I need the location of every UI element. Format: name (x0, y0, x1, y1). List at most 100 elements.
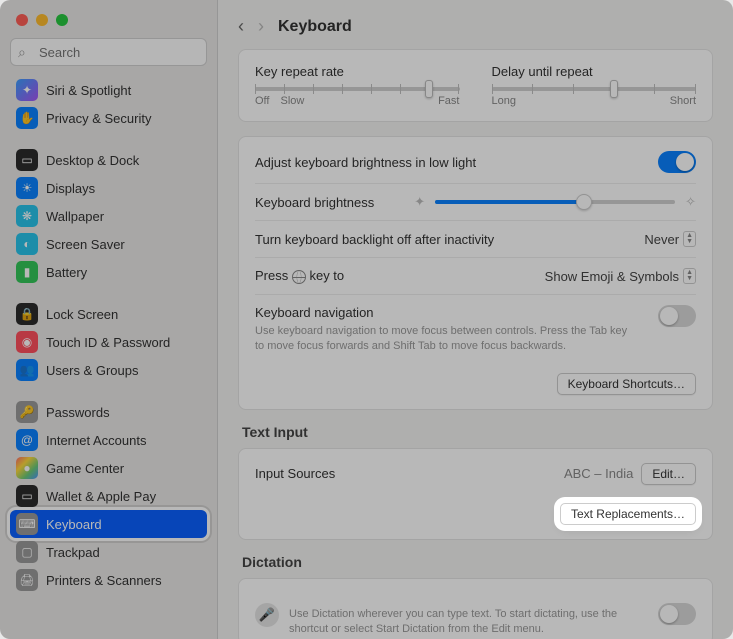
close-window-button[interactable] (16, 14, 28, 26)
auto-brightness-toggle[interactable] (658, 151, 696, 173)
dictation-heading: Dictation (242, 554, 713, 570)
sidebar-item-label: Passwords (46, 405, 110, 420)
microphone-icon: 🎤 (255, 603, 279, 627)
internet-accounts-icon: @ (16, 429, 38, 451)
sidebar-item-label: Desktop & Dock (46, 153, 139, 168)
keyboard-navigation-description: Use keyboard navigation to move focus be… (255, 324, 635, 355)
input-sources-label: Input Sources (255, 466, 335, 481)
sidebar-item-label: Siri & Spotlight (46, 83, 131, 98)
delay-short-caption: Short (670, 95, 696, 107)
search-input[interactable] (10, 38, 207, 66)
updown-arrows-icon: ▲▼ (683, 231, 696, 247)
sidebar: ⌕ ✦ Siri & Spotlight ✋ Privacy & Security ▭ D… (0, 0, 218, 639)
sidebar-item-wallpaper[interactable]: ❋ Wallpaper (10, 202, 207, 230)
sidebar-item-desktop-dock[interactable]: ▭ Desktop & Dock (10, 146, 207, 174)
press-globe-label: Press key to (255, 268, 344, 284)
key-repeat-rate-slider[interactable] (255, 87, 460, 91)
sidebar-item-label: Wallpaper (46, 209, 104, 224)
sidebar-item-keyboard[interactable]: ⌨ Keyboard (10, 510, 207, 538)
backlight-off-value: Never (644, 232, 679, 247)
sidebar-item-printers-scanners[interactable]: 🖨 Printers & Scanners (10, 566, 207, 594)
fullscreen-window-button[interactable] (56, 14, 68, 26)
sidebar-item-screen-saver[interactable]: ◐ Screen Saver (10, 230, 207, 258)
sidebar-item-label: Printers & Scanners (46, 573, 162, 588)
rate-slow-caption: Slow (281, 95, 305, 107)
displays-icon: ☀ (16, 177, 38, 199)
window-controls (10, 10, 207, 38)
keyboard-brightness-slider[interactable] (435, 200, 675, 204)
privacy-security-icon: ✋ (16, 107, 38, 129)
brightness-high-icon: ✧ (685, 194, 696, 210)
sidebar-item-label: Game Center (46, 461, 124, 476)
wallet-apple-pay-icon: ▭ (16, 485, 38, 507)
dictation-panel: 🎤 Use Dictation wherever you can type te… (238, 578, 713, 639)
touch-id-password-icon: ◉ (16, 331, 38, 353)
text-replacements-button[interactable]: Text Replacements… (560, 503, 696, 525)
minimize-window-button[interactable] (36, 14, 48, 26)
printers-scanners-icon: 🖨 (16, 569, 38, 591)
sidebar-item-siri-spotlight[interactable]: ✦ Siri & Spotlight (10, 76, 207, 104)
siri-spotlight-icon: ✦ (16, 79, 38, 101)
passwords-icon: 🔑 (16, 401, 38, 423)
dictation-toggle[interactable] (658, 603, 696, 625)
press-globe-popup[interactable]: Show Emoji & Symbols ▲▼ (545, 268, 696, 284)
keyboard-icon: ⌨ (16, 513, 38, 535)
sidebar-item-label: Lock Screen (46, 307, 118, 322)
screen-saver-icon: ◐ (16, 233, 38, 255)
input-sources-edit-button[interactable]: Edit… (641, 463, 696, 485)
search-field-wrap: ⌕ (10, 38, 207, 66)
sidebar-item-users-groups[interactable]: 👥Users & Groups (10, 356, 207, 384)
keyboard-shortcuts-button[interactable]: Keyboard Shortcuts… (557, 373, 696, 395)
sidebar-item-privacy-security[interactable]: ✋ Privacy & Security (10, 104, 207, 132)
wallpaper-icon: ❋ (16, 205, 38, 227)
users-groups-icon: 👥 (16, 359, 38, 381)
dictation-description: Use Dictation wherever you can type text… (289, 607, 629, 638)
sidebar-item-displays[interactable]: ☀ Displays (10, 174, 207, 202)
rate-off-caption: Off (255, 95, 269, 107)
nav-forward-button[interactable]: › (258, 16, 264, 37)
sidebar-item-lock-screen[interactable]: 🔒 Lock Screen (10, 300, 207, 328)
sidebar-item-label: Trackpad (46, 545, 100, 560)
delay-until-repeat-label: Delay until repeat (492, 64, 697, 79)
battery-icon: ▮ (16, 261, 38, 283)
sidebar-item-label: Privacy & Security (46, 111, 151, 126)
lock-screen-icon: 🔒 (16, 303, 38, 325)
desktop-dock-icon: ▭ (16, 149, 38, 171)
sidebar-item-trackpad[interactable]: ▢ Trackpad (10, 538, 207, 566)
sidebar-item-label: Screen Saver (46, 237, 125, 252)
sidebar-item-label: Keyboard (46, 517, 102, 532)
keyboard-settings-panel: Adjust keyboard brightness in low light … (238, 136, 713, 410)
keyboard-brightness-label: Keyboard brightness (255, 195, 374, 210)
sidebar-item-wallet-apple-pay[interactable]: ▭ Wallet & Apple Pay (10, 482, 207, 510)
sidebar-item-battery[interactable]: ▮ Battery (10, 258, 207, 286)
nav-back-button[interactable]: ‹ (238, 16, 244, 37)
delay-long-caption: Long (492, 95, 516, 107)
keyboard-navigation-toggle[interactable] (658, 305, 696, 327)
sidebar-item-touch-id-password[interactable]: ◉ Touch ID & Password (10, 328, 207, 356)
key-repeat-panel: Key repeat rate Off Slow Fast Delay unti… (238, 49, 713, 122)
sidebar-item-label: Internet Accounts (46, 433, 146, 448)
brightness-low-icon: ✦ (414, 194, 425, 210)
search-icon: ⌕ (18, 44, 26, 61)
game-center-icon: ● (16, 457, 38, 479)
sidebar-item-label: Wallet & Apple Pay (46, 489, 156, 504)
press-globe-value: Show Emoji & Symbols (545, 269, 679, 284)
rate-fast-caption: Fast (438, 95, 459, 107)
sidebar-item-internet-accounts[interactable]: @ Internet Accounts (10, 426, 207, 454)
globe-icon (292, 270, 306, 284)
page-title: Keyboard (278, 18, 352, 36)
sidebar-item-label: Displays (46, 181, 95, 196)
sidebar-item-label: Touch ID & Password (46, 335, 170, 350)
text-input-heading: Text Input (242, 424, 713, 440)
updown-arrows-icon: ▲▼ (683, 268, 696, 284)
sidebar-item-label: Battery (46, 265, 87, 280)
sidebar-item-passwords[interactable]: 🔑 Passwords (10, 398, 207, 426)
backlight-off-label: Turn keyboard backlight off after inacti… (255, 232, 494, 247)
titlebar: ‹ › Keyboard (218, 0, 733, 49)
delay-until-repeat-slider[interactable] (492, 87, 697, 91)
sidebar-item-game-center[interactable]: ● Game Center (10, 454, 207, 482)
backlight-off-popup[interactable]: Never ▲▼ (644, 231, 696, 247)
input-sources-value: ABC – India (564, 466, 633, 481)
main-content: ‹ › Keyboard Key repeat rate Off S (218, 0, 733, 639)
trackpad-icon: ▢ (16, 541, 38, 563)
